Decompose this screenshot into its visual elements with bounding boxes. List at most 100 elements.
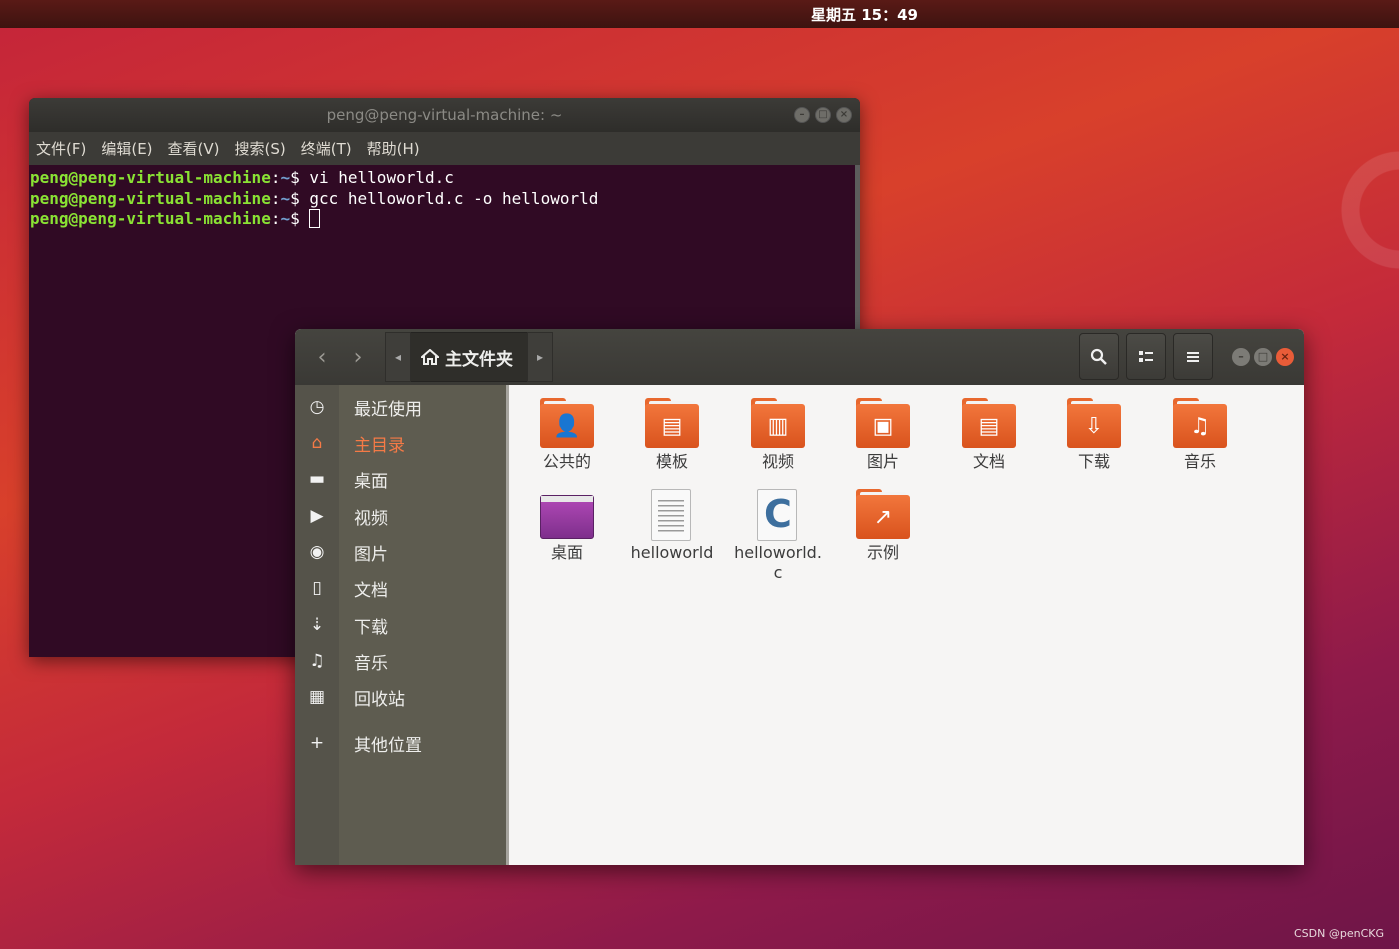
command-text: vi helloworld.c — [309, 168, 454, 187]
terminal-cursor — [309, 209, 321, 228]
sidebar-item-9[interactable]: + 其他位置 — [295, 725, 508, 761]
document-icon: ▯ — [312, 578, 322, 598]
terminal-output[interactable]: peng@peng-virtual-machine:~$ vi hellowor… — [29, 165, 860, 230]
path-scroll-left-button[interactable]: ◂ — [385, 332, 411, 382]
places-sidebar: ◷ 最近使用 ⌂ 主目录 ▬ 桌面 ▶ 视频 ◉ 图片 ▯ 文档 ⇣ 下载 ♫ 音乐 ▦ 回收站 + 其他位置 — [295, 385, 508, 865]
c-source-file-icon: C — [751, 489, 805, 541]
file-item[interactable]: ▥ 视频 — [732, 398, 824, 472]
home-icon: ⌂ — [311, 433, 323, 453]
file-item[interactable]: ▣ 图片 — [837, 398, 929, 472]
file-view[interactable]: 👤 公共的 ▤ 模板 ▥ 视频 ▣ 图片 ▤ 文档 ⇩ 下载 ♫ 音乐 桌面 helloworld Chello… — [509, 385, 1304, 865]
clock[interactable]: 星期五 15：49 — [811, 4, 918, 25]
file-item-label: 视频 — [761, 452, 794, 471]
sidebar-item-0[interactable]: ◷ 最近使用 — [295, 389, 508, 425]
folder-icon: ⇩ — [1067, 398, 1121, 448]
file-item[interactable]: ▤ 模板 — [626, 398, 718, 472]
files-headerbar[interactable]: ‹ › ◂ 主文件夹 ▸ – □ × — [295, 329, 1304, 385]
file-item[interactable]: ♫ 音乐 — [1154, 398, 1246, 472]
search-button[interactable] — [1079, 333, 1119, 380]
sidebar-item-8[interactable]: ▦ 回收站 — [295, 679, 508, 715]
terminal-titlebar[interactable]: peng@peng-virtual-machine: ~ – □ × — [29, 98, 860, 132]
folder-emblem-icon: ▣ — [872, 413, 894, 439]
file-item[interactable]: ↗ 示例 — [837, 489, 929, 563]
folder-emblem-icon: ♫ — [1190, 413, 1210, 439]
menu-search[interactable]: 搜索(S) — [235, 138, 286, 159]
prompt-user: peng@peng-virtual-machine — [30, 168, 271, 187]
sidebar-item-label: 主目录 — [354, 435, 405, 456]
folder-emblem-icon: ▤ — [978, 413, 1000, 439]
download-arrow-icon: ⇣ — [309, 615, 325, 635]
files-maximize-button[interactable]: □ — [1254, 348, 1272, 366]
sidebar-item-4[interactable]: ◉ 图片 — [295, 534, 508, 570]
sidebar-item-label: 其他位置 — [354, 735, 422, 756]
trash-icon: ▦ — [308, 687, 326, 707]
file-item[interactable]: 👤 公共的 — [521, 398, 613, 472]
terminal-line: peng@peng-virtual-machine:~$ vi hellowor… — [30, 168, 860, 189]
file-item-label: 图片 — [866, 452, 899, 471]
sidebar-item-label: 视频 — [354, 508, 388, 529]
terminal-minimize-button[interactable]: – — [794, 107, 810, 123]
sidebar-item-label: 回收站 — [354, 689, 405, 710]
terminal-maximize-button[interactable]: □ — [815, 107, 831, 123]
folder-link-icon: ↗ — [856, 489, 910, 539]
sidebar-item-1[interactable]: ⌂ 主目录 — [295, 425, 508, 461]
terminal-line: peng@peng-virtual-machine:~$ — [30, 209, 860, 230]
prompt-path: ~ — [280, 168, 291, 187]
prompt-dollar: $ — [290, 188, 310, 208]
sidebar-item-2[interactable]: ▬ 桌面 — [295, 461, 508, 497]
sidebar-item-label: 图片 — [354, 544, 388, 565]
folder-icon: 👤 — [540, 398, 594, 448]
sidebar-item-7[interactable]: ♫ 音乐 — [295, 643, 508, 679]
sidebar-item-label: 桌面 — [354, 471, 388, 492]
folder-emblem-icon: ▤ — [661, 413, 683, 439]
files-close-button[interactable]: × — [1276, 348, 1294, 366]
files-minimize-button[interactable]: – — [1232, 348, 1250, 366]
desktop-folder-icon — [540, 489, 594, 539]
folder-icon: ♫ — [1173, 398, 1227, 448]
path-current-label: 主文件夹 — [445, 349, 513, 370]
terminal-menubar: 文件(F) 编辑(E) 查看(V) 搜索(S) 终端(T) 帮助(H) — [29, 132, 860, 165]
back-button[interactable]: ‹ — [304, 337, 340, 377]
top-panel: 星期五 15：49 — [0, 0, 1399, 28]
prompt-path: ~ — [280, 209, 291, 228]
file-item-label: 文档 — [972, 452, 1005, 471]
sidebar-item-5[interactable]: ▯ 文档 — [295, 570, 508, 606]
forward-button[interactable]: › — [340, 337, 376, 377]
menu-terminal[interactable]: 终端(T) — [301, 138, 352, 159]
music-note-icon: ♫ — [309, 651, 325, 671]
file-item[interactable]: ▤ 文档 — [943, 398, 1035, 472]
file-item[interactable]: ⇩ 下载 — [1048, 398, 1140, 472]
terminal-line: peng@peng-virtual-machine:~$ gcc hellowo… — [30, 189, 860, 210]
menu-button[interactable] — [1173, 333, 1213, 380]
menu-view[interactable]: 查看(V) — [168, 138, 220, 159]
file-item-label: 公共的 — [542, 452, 591, 471]
list-view-icon — [1139, 350, 1153, 362]
file-item[interactable]: helloworld — [626, 489, 718, 563]
camera-icon: ◉ — [309, 542, 325, 562]
folder-icon: ▤ — [645, 398, 699, 448]
sidebar-item-6[interactable]: ⇣ 下载 — [295, 607, 508, 643]
search-icon — [1090, 348, 1107, 365]
desktop-folder-icon: ▬ — [308, 469, 326, 489]
files-window[interactable]: ‹ › ◂ 主文件夹 ▸ – □ × ◷ 最近使用 ⌂ 主目录 ▬ 桌面 ▶ 视频 ◉ 图片 ▯ 文档… — [295, 329, 1304, 865]
prompt-dollar: $ — [290, 209, 310, 228]
view-toggle-button[interactable] — [1126, 333, 1166, 380]
menu-edit[interactable]: 编辑(E) — [101, 138, 152, 159]
terminal-close-button[interactable]: × — [836, 107, 852, 123]
prompt-path: ~ — [280, 188, 291, 208]
file-item[interactable]: 桌面 — [521, 489, 613, 563]
folder-icon: ▣ — [856, 398, 910, 448]
file-item[interactable]: Chelloworld. c — [732, 489, 824, 583]
watermark: CSDN @penCKG — [1294, 927, 1384, 940]
path-scroll-right-button[interactable]: ▸ — [527, 332, 553, 382]
home-icon — [421, 349, 439, 365]
path-current-button[interactable]: 主文件夹 — [411, 332, 527, 382]
sidebar-item-3[interactable]: ▶ 视频 — [295, 498, 508, 534]
menu-file[interactable]: 文件(F) — [36, 138, 86, 159]
file-item-label: helloworld. c — [734, 543, 822, 582]
plus-icon: + — [309, 733, 325, 753]
menu-help[interactable]: 帮助(H) — [367, 138, 420, 159]
folder-emblem-icon: ▥ — [767, 413, 789, 439]
terminal-title: peng@peng-virtual-machine: ~ — [326, 106, 563, 124]
file-item-label: 下载 — [1077, 452, 1110, 471]
